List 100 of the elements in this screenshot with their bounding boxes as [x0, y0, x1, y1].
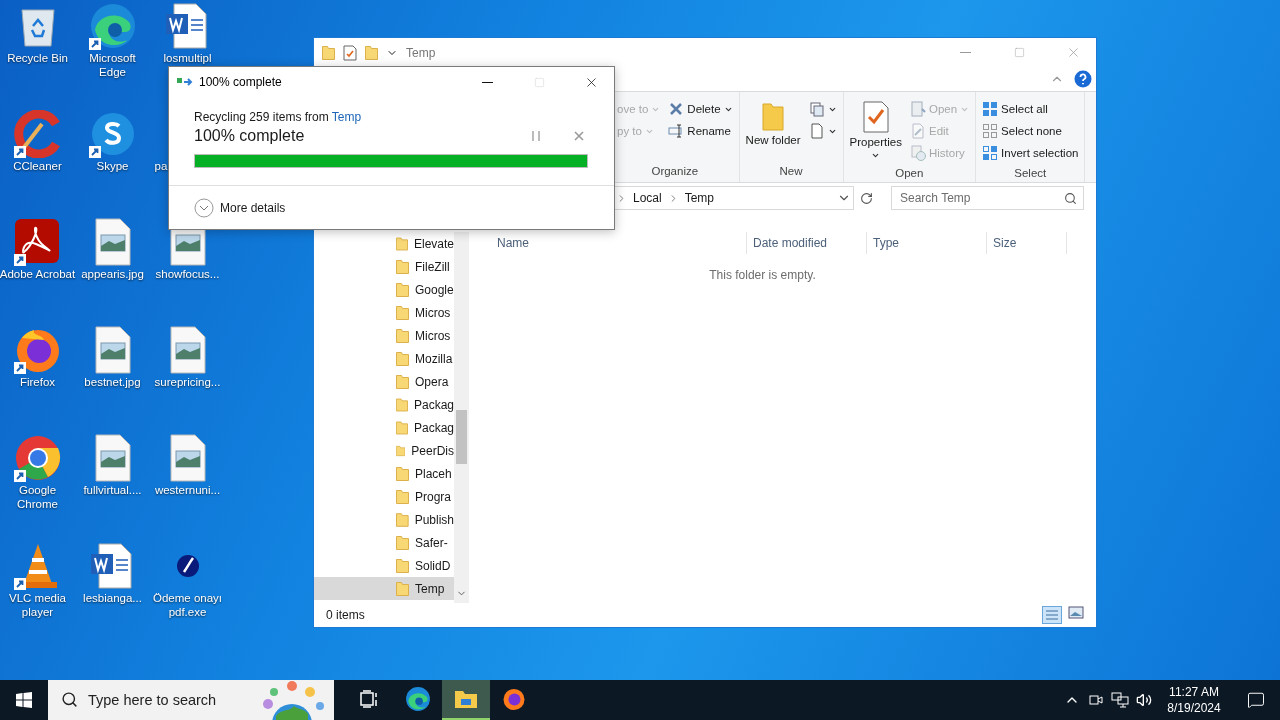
scrollbar-thumb[interactable] [456, 410, 467, 464]
folder-icon [396, 558, 409, 573]
clock-time[interactable]: 11:27 AM [1169, 684, 1219, 700]
more-details-button[interactable]: More details [194, 197, 286, 218]
refresh-icon[interactable] [860, 191, 873, 205]
desktop-icon-label[interactable]: Microsoft Edge [74, 51, 151, 79]
column-header[interactable]: Name [491, 232, 747, 254]
new-folder-icon [761, 100, 786, 132]
nav-tree-item[interactable]: Publish [314, 508, 454, 531]
nav-tree-item[interactable]: SolidD [314, 554, 454, 577]
folder-icon [396, 397, 408, 412]
desktop-icon-label[interactable]: Ödeme onayı pdf.exe [149, 591, 226, 619]
progress-heading: 100% complete [194, 127, 305, 145]
ribbon-button[interactable]: Properties [847, 98, 904, 162]
help-icon[interactable] [1074, 70, 1092, 88]
nav-tree-item[interactable]: Elevate [314, 232, 454, 255]
ribbon-button[interactable]: Rename [666, 120, 735, 142]
clock-date[interactable]: 8/19/2024 [1167, 700, 1221, 716]
ribbon-button[interactable]: Select none [980, 120, 1081, 142]
nav-tree-item[interactable]: Micros [314, 324, 454, 347]
desktop-icon-label[interactable]: Recycle Bin [0, 51, 76, 65]
maximize-icon [1013, 47, 1025, 58]
chrome-icon [13, 434, 62, 482]
pause-icon[interactable] [532, 131, 540, 141]
desktop-icon-label[interactable]: losmultipl [149, 51, 226, 65]
nav-tree-item[interactable]: Packag [314, 393, 454, 416]
search-icon [61, 691, 78, 708]
image-file-icon [167, 326, 208, 374]
breadcrumb-item[interactable]: Local [633, 191, 662, 205]
desktop-icon-label[interactable]: CCleaner [0, 159, 76, 173]
nav-tree-item[interactable]: Placeh [314, 462, 454, 485]
taskbar-search-field[interactable]: Type here to search [48, 680, 334, 720]
breadcrumb-item[interactable]: Temp [684, 191, 715, 205]
large-icons-view-icon[interactable] [1068, 606, 1084, 620]
desktop-icon-label[interactable]: Skype [74, 159, 151, 173]
desktop-icon-label[interactable]: fullvirtual.... [74, 483, 151, 497]
cancel-icon[interactable] [574, 131, 584, 141]
desktop-icon-label[interactable]: lesbianga... [74, 591, 151, 605]
ribbon-button[interactable]: Select all [980, 98, 1081, 120]
nav-tree-item[interactable]: Progra [314, 485, 454, 508]
column-header[interactable]: Type [867, 232, 987, 254]
search-field[interactable]: Search Temp [891, 186, 1084, 210]
nav-tree-item[interactable]: Google [314, 278, 454, 301]
nav-tree-item[interactable]: Opera [314, 370, 454, 393]
nav-tree-item[interactable]: FileZill [314, 255, 454, 278]
folder-icon [396, 535, 409, 550]
source-folder-link[interactable]: Temp [331, 110, 362, 124]
ribbon-button[interactable]: Delete [666, 98, 735, 120]
select-all-icon [982, 101, 999, 117]
address-bar[interactable]: Local Temp [612, 186, 854, 210]
folder-icon [396, 305, 409, 320]
folder-icon [396, 443, 406, 458]
empty-folder-message: This folder is empty. [709, 268, 816, 282]
ribbon-group-label: Organize [650, 164, 700, 179]
folder-icon [396, 581, 409, 596]
scrollbar[interactable] [454, 232, 469, 603]
new-item-icon [808, 101, 825, 117]
folder-icon [396, 236, 408, 251]
desktop-icon-label[interactable]: surepricing... [149, 375, 226, 389]
nav-tree-item[interactable]: Mozilla [314, 347, 454, 370]
column-header[interactable]: Date modified [747, 232, 867, 254]
minimize-icon [959, 52, 971, 53]
volume-icon[interactable] [1136, 692, 1152, 708]
folder-icon [396, 489, 409, 504]
properties-icon [343, 44, 357, 61]
desktop-icon-label[interactable]: westernuni... [149, 483, 226, 497]
camera-icon[interactable] [1088, 692, 1104, 708]
network-icon[interactable] [1111, 692, 1129, 708]
task-view-icon [360, 690, 380, 708]
desktop-icon-label[interactable]: Adobe Acrobat [0, 267, 76, 281]
desktop-icon-label[interactable]: showfocus... [149, 267, 226, 281]
ribbon-button[interactable]: Invert selection [980, 142, 1081, 164]
folder-icon [396, 259, 409, 274]
desktop-icon-label[interactable]: Firefox [0, 375, 76, 389]
history-icon [909, 145, 926, 161]
delete-icon [668, 101, 685, 117]
nav-tree-item[interactable]: Safer- [314, 531, 454, 554]
nav-tree-item[interactable]: Temp [314, 577, 454, 600]
ribbon-button[interactable]: New folder [743, 98, 803, 149]
nav-tree-item[interactable]: Micros [314, 301, 454, 324]
details-view-icon[interactable] [1042, 606, 1062, 624]
taskbar-app-button[interactable] [442, 680, 490, 720]
image-file-icon [92, 218, 133, 266]
desktop-icon-label[interactable]: appearis.jpg [74, 267, 151, 281]
desktop-icon-label[interactable]: bestnet.jpg [74, 375, 151, 389]
folder-icon [454, 689, 478, 709]
column-header[interactable]: Size [987, 232, 1067, 254]
edit-icon [909, 123, 926, 139]
maximize-icon [533, 76, 545, 88]
new-folder-icon [365, 45, 378, 60]
nav-tree-item[interactable]: Packag [314, 416, 454, 439]
status-text: 0 items [326, 608, 365, 622]
folder-icon [396, 374, 409, 389]
dialog-title: 100% complete [199, 75, 283, 89]
edge-icon [405, 686, 431, 712]
expand-chevron-icon [194, 197, 214, 218]
nav-tree-item[interactable]: PeerDis [314, 439, 454, 462]
desktop-icon-label[interactable]: Google Chrome [0, 483, 76, 511]
desktop-icon-label[interactable]: VLC media player [0, 591, 76, 619]
minimize-icon [481, 81, 493, 83]
